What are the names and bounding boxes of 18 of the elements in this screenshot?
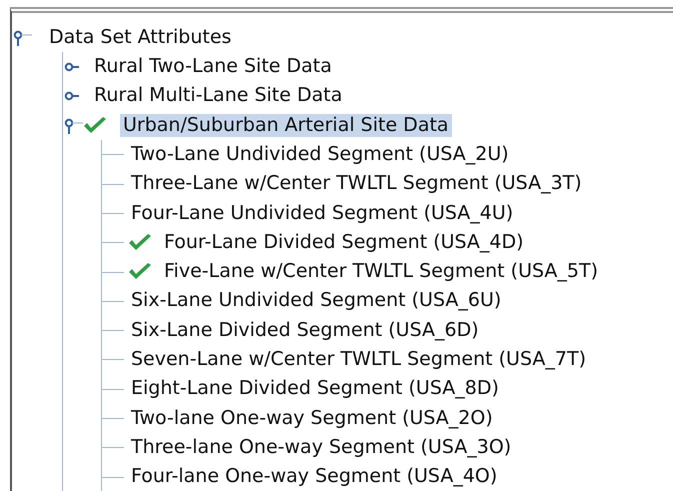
expanded-handle-icon[interactable] bbox=[12, 30, 32, 46]
tree-node-label[interactable]: Eight-Lane Divided Segment (USA_8D) bbox=[128, 377, 502, 402]
tree-node-label[interactable]: Five-Lane w/Center TWLTL Segment (USA_5T) bbox=[161, 260, 602, 284]
tree-node-label[interactable]: Four-Lane Undivided Segment (USA_4U) bbox=[128, 202, 516, 226]
tree-node-label[interactable]: Four-Lane Divided Segment (USA_4D) bbox=[161, 230, 527, 255]
expanded-handle-icon[interactable] bbox=[63, 118, 83, 134]
tree-node-label[interactable]: Rural Two-Lane Site Data bbox=[91, 55, 335, 79]
tree-node-label[interactable]: Seven-Lane w/Center TWLTL Segment (USA_7T) bbox=[128, 348, 589, 372]
tree-node-label[interactable]: Data Set Attributes bbox=[46, 26, 234, 50]
tree-node-label[interactable]: Four-lane One-way Segment (USA_4O) bbox=[128, 465, 500, 489]
tree-node-label[interactable]: Rural Multi-Lane Site Data bbox=[91, 84, 346, 108]
tree-node-label[interactable]: Three-lane One-way Segment (USA_3O) bbox=[128, 436, 514, 460]
tree-node-label[interactable]: Two-Lane Undivided Segment (USA_2U) bbox=[128, 142, 512, 167]
tree-node-label[interactable]: Six-Lane Undivided Segment (USA_6U) bbox=[128, 289, 504, 314]
tree-node-label[interactable]: Three-Lane w/Center TWLTL Segment (USA_3T) bbox=[128, 172, 585, 196]
tree-node-label[interactable]: Two-lane One-way Segment (USA_2O) bbox=[128, 406, 496, 430]
tree-node-label[interactable]: Urban/Suburban Arterial Site Data bbox=[120, 114, 452, 138]
tree-node-label[interactable]: Six-Lane Divided Segment (USA_6D) bbox=[128, 318, 482, 342]
